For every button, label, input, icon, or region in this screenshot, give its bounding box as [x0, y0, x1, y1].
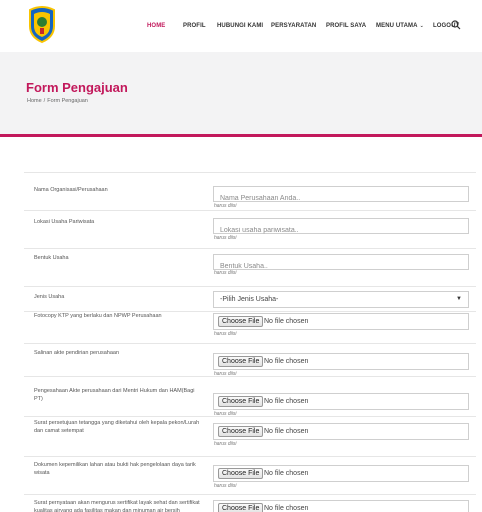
- bentuk-usaha-field[interactable]: [213, 254, 469, 274]
- field-label: Surat pernyataan akan mengurus sertifika…: [34, 500, 200, 512]
- help-text: harus diisi: [214, 331, 237, 337]
- nav-profil[interactable]: PROFIL: [183, 23, 206, 29]
- file-status: No file chosen: [264, 428, 309, 435]
- choose-file-button[interactable]: Choose File: [218, 356, 264, 367]
- form-row-file-pengesahan: Pengesahaan Akte perusahaan dari Mentri …: [24, 376, 476, 417]
- nav-hubungi-kami[interactable]: HUBUNGI KAMI: [217, 23, 263, 29]
- field-label: Dokumen kepemilikan lahan atau bukti hak…: [34, 462, 196, 476]
- file-upload-kepemilikan[interactable]: Choose File No file chosen: [213, 465, 469, 482]
- form-row-file-akte: Salinan akte pendirian perusahaan Choose…: [24, 343, 476, 377]
- top-navbar: HOME PROFIL HUBUNGI KAMI PERSYARATAN PRO…: [0, 0, 482, 52]
- field-label: Pengesahaan Akte perusahaan dari Mentri …: [34, 388, 195, 402]
- lokasi-usaha-field[interactable]: [213, 218, 469, 238]
- file-upload-ktp[interactable]: Choose File No file chosen: [213, 313, 469, 330]
- breadcrumb: Home / Form Pengajuan: [27, 98, 88, 104]
- form-row-file-kepemilikan: Dokumen kepemilikan lahan atau bukti hak…: [24, 456, 476, 494]
- form-row-bentuk: Bentuk Usaha harus diisi: [24, 248, 476, 286]
- nav-menu-utama-label: MENU UTAMA: [376, 23, 418, 29]
- file-status: No file chosen: [264, 318, 309, 325]
- nav-persyaratan[interactable]: PERSYARATAN: [271, 23, 316, 29]
- form-row-file-sertifikat: Surat pernyataan akan mengurus sertifika…: [24, 494, 476, 512]
- form-row-lokasi: Lokasi Usaha Pariwisata harus diisi: [24, 210, 476, 248]
- nav-home[interactable]: HOME: [147, 23, 165, 29]
- choose-file-button[interactable]: Choose File: [218, 316, 264, 327]
- form-row-nama: Nama Organisasi/Perusahaan harus diisi: [24, 172, 476, 210]
- file-status: No file chosen: [264, 505, 309, 512]
- choose-file-button[interactable]: Choose File: [218, 503, 264, 512]
- field-label: Bentuk Usaha: [34, 255, 69, 261]
- nav-profil-saya[interactable]: PROFIL SAYA: [326, 23, 366, 29]
- help-text: harus diisi: [214, 203, 237, 209]
- breadcrumb-home[interactable]: Home: [27, 98, 42, 104]
- field-label: Surat persetujuan tetangga yang diketahu…: [34, 420, 200, 434]
- nav-menu-utama[interactable]: MENU UTAMA ⌄: [376, 23, 424, 29]
- breadcrumb-separator: /: [43, 98, 46, 104]
- file-upload-sertifikat[interactable]: Choose File No file chosen: [213, 500, 469, 512]
- regional-crest-icon[interactable]: [26, 4, 58, 44]
- form-row-file-ktp: Fotocopy KTP yang berlaku dan NPWP Perus…: [24, 311, 476, 343]
- chevron-down-icon: ⌄: [419, 23, 424, 29]
- nama-organisasi-field[interactable]: [213, 186, 469, 206]
- form-row-jenis: Jenis Usaha -Pilih Jenis Usaha- ▼: [24, 286, 476, 311]
- help-text: harus diisi: [214, 235, 237, 241]
- help-text: harus diisi: [214, 270, 237, 276]
- choose-file-button[interactable]: Choose File: [218, 396, 264, 407]
- dropdown-arrow-icon: ▼: [456, 296, 462, 302]
- file-status: No file chosen: [264, 470, 309, 477]
- search-icon[interactable]: [450, 19, 462, 31]
- jenis-usaha-select[interactable]: -Pilih Jenis Usaha- ▼: [213, 291, 469, 308]
- field-label: Nama Organisasi/Perusahaan: [34, 187, 108, 193]
- file-status: No file chosen: [264, 358, 309, 365]
- file-upload-pengesahan[interactable]: Choose File No file chosen: [213, 393, 469, 410]
- page-title: Form Pengajuan: [26, 80, 128, 95]
- field-label: Fotocopy KTP yang berlaku dan NPWP Perus…: [34, 313, 162, 319]
- file-upload-persetujuan[interactable]: Choose File No file chosen: [213, 423, 469, 440]
- jenis-usaha-selected: -Pilih Jenis Usaha-: [220, 296, 279, 303]
- breadcrumb-current: Form Pengajuan: [47, 98, 88, 104]
- choose-file-button[interactable]: Choose File: [218, 468, 264, 479]
- page-header: Form Pengajuan Home / Form Pengajuan: [0, 52, 482, 134]
- field-label: Salinan akte pendirian perusahaan: [34, 350, 120, 356]
- form-row-file-persetujuan: Surat persetujuan tetangga yang diketahu…: [24, 416, 476, 456]
- nama-organisasi-input[interactable]: [214, 191, 468, 206]
- header-accent-line: [0, 134, 482, 137]
- file-status: No file chosen: [264, 398, 309, 405]
- bentuk-usaha-input[interactable]: [214, 259, 468, 274]
- choose-file-button[interactable]: Choose File: [218, 426, 264, 437]
- help-text: harus diisi: [214, 483, 237, 489]
- file-upload-akte[interactable]: Choose File No file chosen: [213, 353, 469, 370]
- lokasi-usaha-input[interactable]: [214, 223, 468, 238]
- field-label: Jenis Usaha: [34, 294, 65, 300]
- help-text: harus diisi: [214, 441, 237, 447]
- field-label: Lokasi Usaha Pariwisata: [34, 219, 95, 225]
